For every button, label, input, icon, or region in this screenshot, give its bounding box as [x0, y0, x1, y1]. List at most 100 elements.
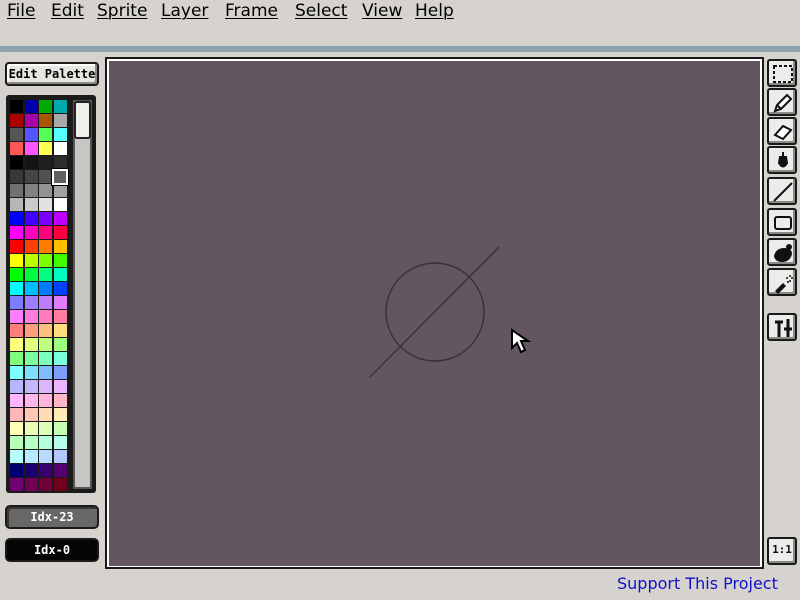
palette-swatch[interactable] — [24, 240, 38, 253]
menu-layer[interactable]: Layer — [161, 0, 208, 22]
palette-swatch[interactable] — [10, 380, 23, 393]
palette-swatch[interactable] — [24, 450, 38, 463]
rectangle-tool[interactable] — [767, 208, 797, 236]
palette-swatch[interactable] — [39, 268, 52, 281]
palette-swatch[interactable] — [39, 282, 52, 295]
palette-scroll-thumb[interactable] — [74, 101, 91, 139]
edit-palette-button[interactable]: Edit Palette — [5, 62, 99, 86]
pencil-tool[interactable] — [767, 88, 797, 116]
palette-swatch[interactable] — [24, 156, 38, 169]
support-project-link[interactable]: Support This Project — [617, 574, 778, 593]
palette-swatch[interactable] — [39, 114, 52, 127]
palette-swatch[interactable] — [24, 436, 38, 449]
palette-swatch[interactable] — [39, 226, 52, 239]
palette-swatch[interactable] — [53, 394, 67, 407]
eraser-tool[interactable] — [767, 117, 797, 145]
palette-swatch[interactable] — [53, 268, 67, 281]
palette-swatch[interactable] — [24, 324, 38, 337]
palette-swatch[interactable] — [39, 170, 52, 183]
palette-swatch[interactable] — [10, 268, 23, 281]
palette-swatch[interactable] — [39, 254, 52, 267]
palette-swatch[interactable] — [10, 198, 23, 211]
palette-swatch[interactable] — [39, 450, 52, 463]
palette-swatch[interactable] — [39, 240, 52, 253]
palette-swatch[interactable] — [24, 366, 38, 379]
palette-swatch[interactable] — [10, 142, 23, 155]
background-color-index[interactable]: Idx-0 — [5, 538, 99, 562]
palette-swatch[interactable] — [53, 338, 67, 351]
palette-swatch[interactable] — [24, 408, 38, 421]
palette-swatch[interactable] — [24, 100, 38, 113]
palette-swatch[interactable] — [39, 394, 52, 407]
palette-swatch[interactable] — [24, 464, 38, 477]
palette-swatch[interactable] — [53, 128, 67, 141]
palette-swatch[interactable] — [53, 156, 67, 169]
palette-swatch[interactable] — [53, 478, 67, 491]
palette-swatch[interactable] — [53, 450, 67, 463]
palette-swatch[interactable] — [39, 142, 52, 155]
palette-swatch[interactable] — [39, 436, 52, 449]
palette-swatch[interactable] — [24, 268, 38, 281]
menu-help[interactable]: Help — [415, 0, 454, 22]
palette-swatch[interactable] — [53, 310, 67, 323]
line-tool[interactable] — [767, 177, 797, 205]
palette-swatch[interactable] — [53, 436, 67, 449]
palette-swatch[interactable] — [53, 254, 67, 267]
palette-swatch[interactable] — [10, 254, 23, 267]
palette-swatch[interactable] — [53, 352, 67, 365]
palette-swatch[interactable] — [53, 212, 67, 225]
palette-swatch[interactable] — [53, 226, 67, 239]
palette-swatch[interactable] — [39, 324, 52, 337]
palette-swatch[interactable] — [24, 114, 38, 127]
palette-swatch[interactable] — [24, 226, 38, 239]
palette-swatch[interactable] — [39, 198, 52, 211]
eyedropper-tool[interactable] — [767, 146, 797, 174]
palette-swatch[interactable] — [10, 156, 23, 169]
palette-swatch[interactable] — [10, 240, 23, 253]
palette-swatch[interactable] — [39, 464, 52, 477]
palette-swatch[interactable] — [39, 128, 52, 141]
palette-swatch[interactable] — [39, 100, 52, 113]
palette-swatch[interactable] — [24, 142, 38, 155]
configure-tools-button[interactable] — [767, 313, 797, 341]
palette-swatch[interactable] — [39, 422, 52, 435]
paint-bucket-tool[interactable] — [767, 238, 797, 266]
palette-swatch[interactable] — [10, 408, 23, 421]
palette-swatch[interactable] — [10, 114, 23, 127]
palette-swatch[interactable] — [53, 366, 67, 379]
palette-swatch[interactable] — [24, 478, 38, 491]
palette-swatch[interactable] — [10, 464, 23, 477]
palette-swatch[interactable] — [53, 184, 67, 197]
palette-swatch[interactable] — [10, 436, 23, 449]
palette-swatch[interactable] — [53, 198, 67, 211]
palette-swatch[interactable] — [24, 170, 38, 183]
palette-swatch[interactable] — [10, 282, 23, 295]
palette-swatch[interactable] — [24, 296, 38, 309]
palette-swatch[interactable] — [24, 254, 38, 267]
menu-file[interactable]: File — [7, 0, 35, 22]
palette-swatch[interactable] — [53, 296, 67, 309]
palette-swatch[interactable] — [10, 366, 23, 379]
palette-swatch[interactable] — [10, 212, 23, 225]
palette-swatch[interactable] — [10, 338, 23, 351]
palette-swatch[interactable] — [10, 310, 23, 323]
menu-view[interactable]: View — [362, 0, 402, 22]
palette-swatch[interactable] — [39, 156, 52, 169]
palette-swatch[interactable] — [10, 352, 23, 365]
palette-swatch[interactable] — [24, 282, 38, 295]
palette-swatch[interactable] — [39, 478, 52, 491]
palette-swatch[interactable] — [53, 142, 67, 155]
menu-select[interactable]: Select — [295, 0, 347, 22]
palette-swatch[interactable] — [10, 296, 23, 309]
palette-swatch[interactable] — [53, 408, 67, 421]
palette-swatch[interactable] — [39, 352, 52, 365]
menu-sprite[interactable]: Sprite — [97, 0, 147, 22]
palette-swatch[interactable] — [10, 422, 23, 435]
palette-swatch[interactable] — [39, 408, 52, 421]
palette-swatch[interactable] — [10, 478, 23, 491]
palette-swatch[interactable] — [24, 184, 38, 197]
palette-swatch[interactable] — [10, 450, 23, 463]
palette-swatch[interactable] — [10, 184, 23, 197]
menu-frame[interactable]: Frame — [225, 0, 278, 22]
palette-swatch[interactable] — [39, 184, 52, 197]
